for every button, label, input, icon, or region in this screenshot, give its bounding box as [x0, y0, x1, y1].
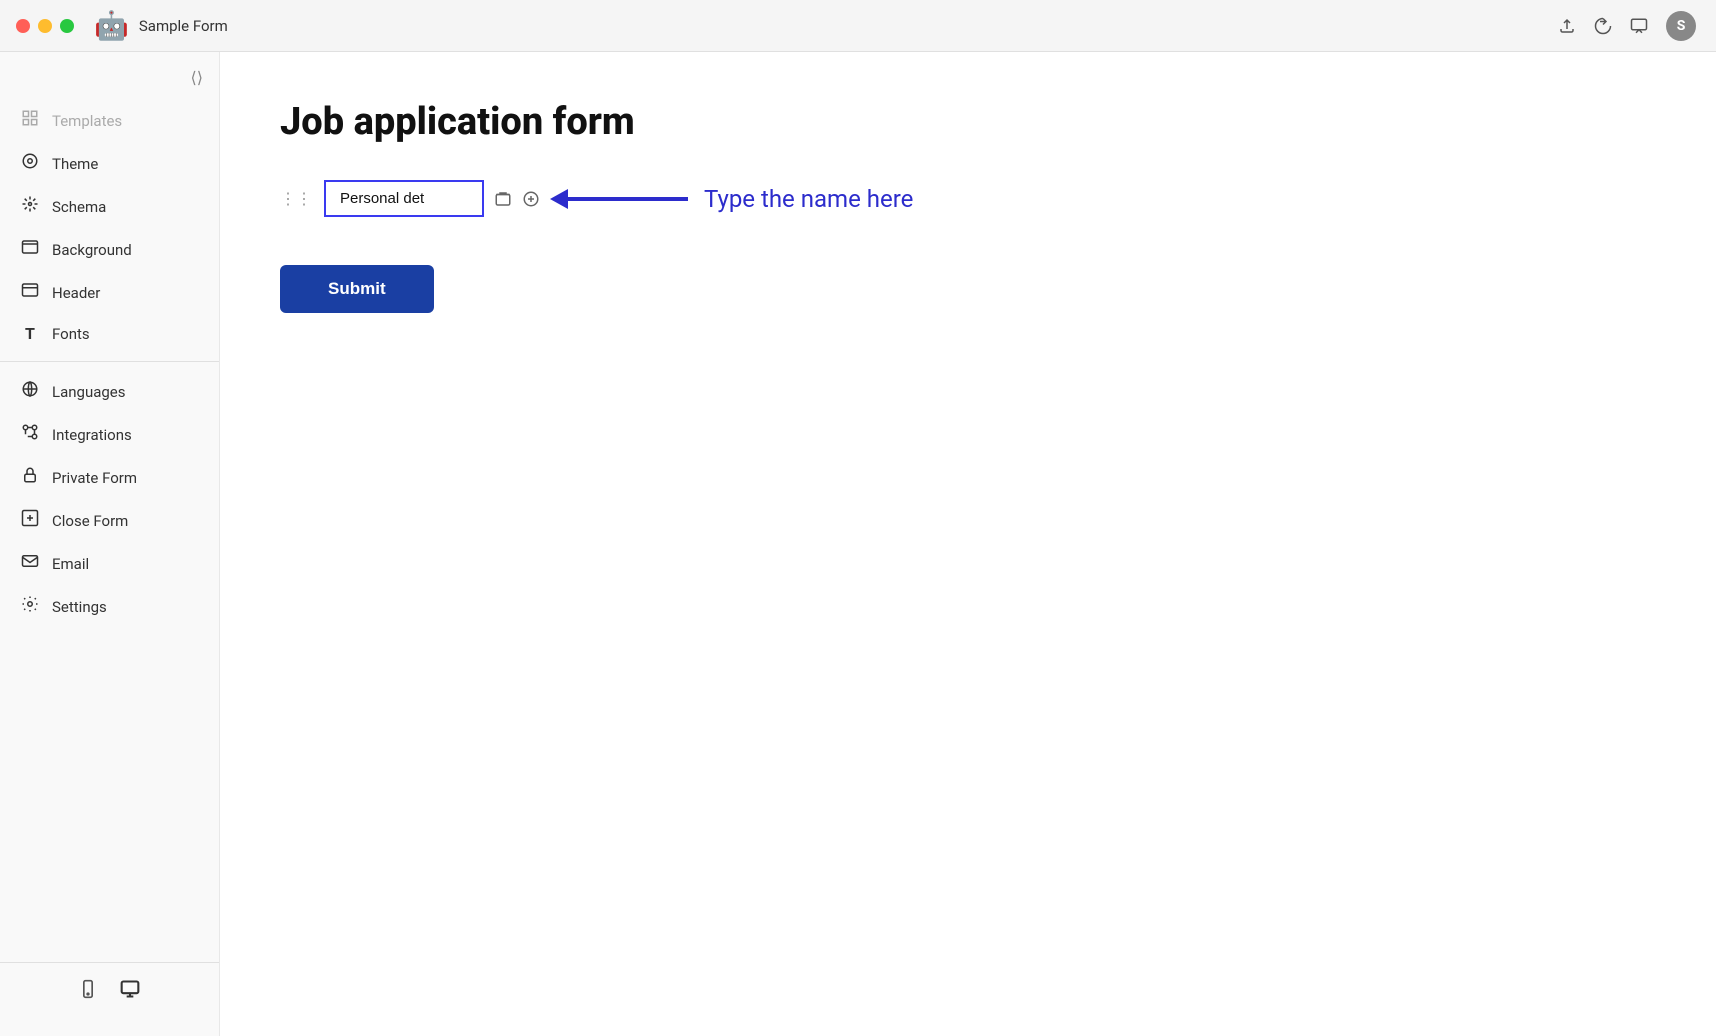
sidebar: ⟨⟩ Templates Theme: [0, 52, 220, 1036]
sidebar-item-header[interactable]: Header: [0, 271, 219, 314]
user-avatar[interactable]: S: [1666, 11, 1696, 41]
sidebar-item-private-form[interactable]: Private Form: [0, 456, 219, 499]
section-row-container: ⋮⋮: [280, 180, 1656, 217]
integrations-icon: [20, 423, 40, 446]
sidebar-item-close-form[interactable]: Close Form: [0, 499, 219, 542]
email-icon: [20, 552, 40, 575]
sidebar-item-theme[interactable]: Theme: [0, 142, 219, 185]
traffic-lights: [16, 19, 74, 33]
sidebar-item-languages-label: Languages: [52, 383, 126, 401]
section-row: ⋮⋮: [280, 180, 1656, 217]
drag-handle-icon[interactable]: ⋮⋮: [280, 189, 312, 208]
add-section-icon[interactable]: [522, 190, 540, 208]
delete-section-icon[interactable]: [494, 190, 512, 208]
arrow-annotation: Type the name here: [550, 185, 913, 213]
background-icon: [20, 238, 40, 261]
minimize-button[interactable]: [38, 19, 52, 33]
app-logo: 🤖: [94, 9, 129, 42]
templates-icon: [20, 109, 40, 132]
fonts-icon: T: [20, 324, 40, 343]
sidebar-item-email[interactable]: Email: [0, 542, 219, 585]
languages-icon: [20, 380, 40, 403]
sidebar-divider-1: [0, 361, 219, 362]
sidebar-item-templates-label: Templates: [52, 112, 122, 130]
sidebar-item-fonts-label: Fonts: [52, 325, 90, 343]
theme-icon: [20, 152, 40, 175]
sidebar-item-fonts[interactable]: T Fonts: [0, 314, 219, 353]
sidebar-top-row: ⟨⟩: [0, 68, 219, 99]
arrow-head: [550, 189, 568, 209]
share-icon[interactable]: [1558, 17, 1576, 35]
section-name-input[interactable]: [324, 180, 484, 217]
close-button[interactable]: [16, 19, 30, 33]
rocket-icon[interactable]: [1594, 17, 1612, 35]
arrow-line: [568, 197, 688, 201]
sidebar-item-schema-label: Schema: [52, 198, 106, 216]
submit-button[interactable]: Submit: [280, 265, 434, 313]
content-area: Job application form ⋮⋮: [220, 52, 1716, 1036]
form-title: Job application form: [280, 100, 1656, 144]
sidebar-item-settings-label: Settings: [52, 598, 107, 616]
schema-icon: [20, 195, 40, 218]
lock-icon: [20, 466, 40, 489]
sidebar-item-background-label: Background: [52, 241, 132, 259]
sidebar-bottom: [0, 962, 219, 1020]
settings-icon: [20, 595, 40, 618]
sidebar-item-email-label: Email: [52, 555, 89, 573]
sidebar-collapse-icon[interactable]: ⟨⟩: [191, 68, 203, 87]
title-bar: 🤖 Sample Form S: [0, 0, 1716, 52]
sidebar-item-integrations-label: Integrations: [52, 426, 132, 444]
sidebar-item-theme-label: Theme: [52, 155, 98, 173]
sidebar-item-integrations[interactable]: Integrations: [0, 413, 219, 456]
title-bar-actions: S: [1558, 11, 1696, 41]
sidebar-item-header-label: Header: [52, 284, 100, 302]
desktop-view-icon[interactable]: [118, 979, 142, 1004]
header-icon: [20, 281, 40, 304]
sidebar-item-schema[interactable]: Schema: [0, 185, 219, 228]
sidebar-item-languages[interactable]: Languages: [0, 370, 219, 413]
annotation-text: Type the name here: [704, 185, 913, 213]
window-title: Sample Form: [139, 17, 228, 35]
sidebar-item-settings[interactable]: Settings: [0, 585, 219, 628]
main-layout: ⟨⟩ Templates Theme: [0, 52, 1716, 1036]
sidebar-item-templates[interactable]: Templates: [0, 99, 219, 142]
mobile-view-icon[interactable]: [78, 979, 98, 1004]
sidebar-item-private-form-label: Private Form: [52, 469, 137, 487]
close-form-icon: [20, 509, 40, 532]
maximize-button[interactable]: [60, 19, 74, 33]
sidebar-item-background[interactable]: Background: [0, 228, 219, 271]
sidebar-item-close-form-label: Close Form: [52, 512, 128, 530]
comment-icon[interactable]: [1630, 17, 1648, 35]
